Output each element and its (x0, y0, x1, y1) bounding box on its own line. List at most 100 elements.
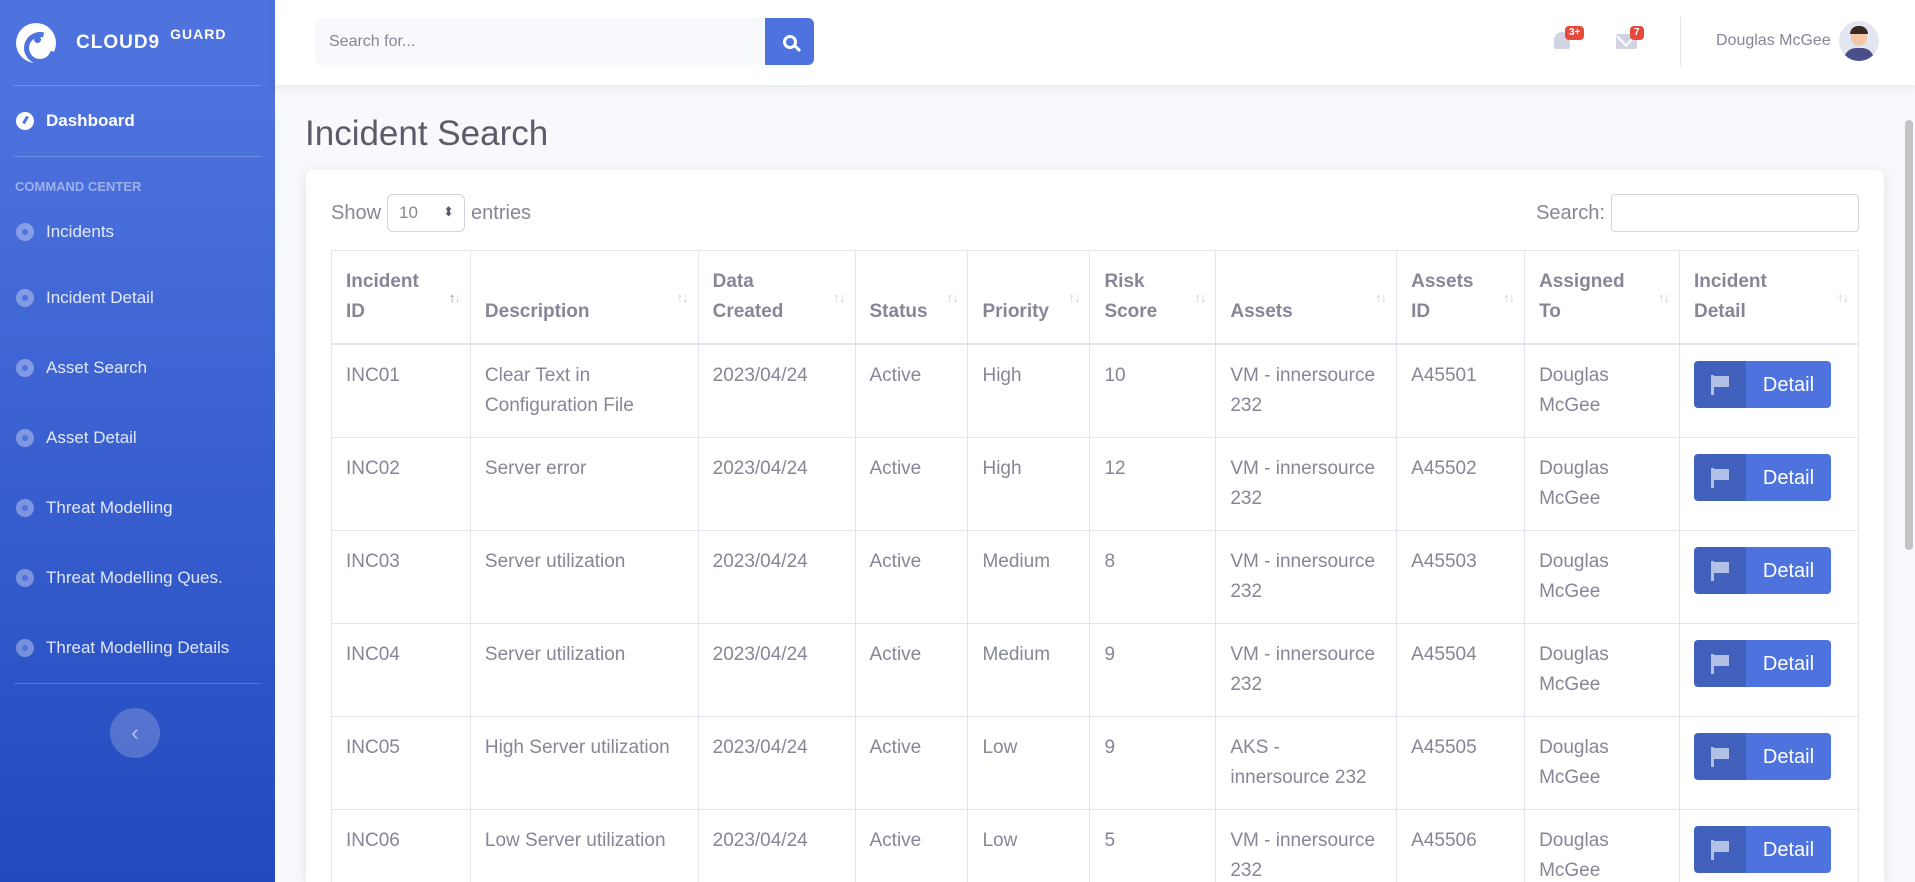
column-header-label: Detail (1693, 301, 1746, 322)
sidebar-item-dashboard[interactable]: Dashboard (0, 86, 275, 156)
sidebar-item-label: Asset Detail (46, 428, 137, 447)
messages-button[interactable]: 7 (1615, 26, 1644, 54)
table-row: INC06 Low Server utilization 2023/04/24 Act… (331, 809, 1860, 882)
column-header-label: Assets (1411, 271, 1474, 292)
user-name[interactable]: Douglas McGee (1716, 32, 1831, 50)
table-cell-detail: Detail (1678, 530, 1860, 624)
table-cell-assigned: Douglas McGee (1524, 623, 1680, 717)
column-header-label: Assets (1230, 301, 1293, 322)
search-icon (782, 34, 797, 49)
page-scrollbar[interactable] (1905, 120, 1913, 550)
column-header[interactable]: Data Created ↑↓ (697, 250, 856, 345)
column-header[interactable]: Description ↑↓ (469, 250, 699, 345)
sort-icon: ↑↓ (946, 290, 958, 305)
table-cell-risk: 10 (1089, 343, 1217, 438)
table-cell-assets: VM - innersource 232 (1215, 623, 1398, 717)
sidebar-item-asset-search[interactable]: Asset Search (0, 333, 275, 403)
column-header-label: Incident (346, 271, 419, 292)
table-cell-id: INC02 (331, 437, 471, 531)
table-cell-assigned: Douglas McGee (1524, 530, 1680, 624)
column-header[interactable]: Assets ↑↓ (1215, 250, 1398, 345)
table-row: INC05 High Server utilization 2023/04/24 Ac… (331, 716, 1860, 810)
table-search-input[interactable] (1611, 194, 1859, 232)
table-cell-asset-id: A45506 (1396, 809, 1526, 882)
column-header-label: Data (712, 271, 754, 292)
search-input[interactable] (315, 18, 765, 65)
table-body: INC01 Clear Text in Configuration File 202… (331, 343, 1860, 882)
column-header[interactable]: Risk Score ↑↓ (1089, 250, 1217, 345)
sort-icon: ↑↓ (1068, 290, 1080, 305)
table-cell-priority: High (967, 343, 1091, 438)
flag-icon (1710, 653, 1729, 674)
table-cell-risk: 5 (1089, 809, 1217, 882)
table-cell-status: Active (854, 530, 969, 624)
column-header[interactable]: Assigned To ↑↓ (1524, 250, 1680, 345)
entries-select[interactable]: 10 (387, 194, 466, 232)
sidebar-item-threat-modelling[interactable]: Threat Modelling (0, 473, 275, 543)
gear-icon (16, 359, 34, 377)
column-header[interactable]: Status ↑↓ (854, 250, 969, 345)
table-cell-id: INC01 (331, 343, 471, 438)
brand[interactable]: CLOUD9 GUARD (0, 0, 275, 85)
detail-button[interactable]: Detail (1693, 640, 1831, 687)
table-cell-id: INC04 (331, 623, 471, 717)
alerts-badge: 3+ (1565, 26, 1585, 40)
column-header-label: Description (484, 301, 590, 322)
column-header-label: Created (712, 301, 784, 322)
alerts-button[interactable]: 3+ (1550, 26, 1585, 54)
topbar-search (315, 18, 814, 65)
table-row: INC01 Clear Text in Configuration File 202… (331, 343, 1860, 438)
detail-button[interactable]: Detail (1693, 361, 1831, 408)
sidebar-toggle-button[interactable]: ‹ (110, 708, 160, 758)
sidebar-item-incident-detail[interactable]: Incident Detail (0, 263, 275, 333)
column-header-label: Priority (982, 301, 1049, 322)
table-cell-detail: Detail (1678, 623, 1860, 717)
table-cell-asset-id: A45501 (1396, 343, 1526, 438)
column-header[interactable]: Assets ID ↑↓ (1396, 250, 1526, 345)
detail-button[interactable]: Detail (1693, 454, 1831, 501)
table-cell-assigned: Douglas McGee (1524, 809, 1680, 882)
column-header[interactable]: Priority ↑↓ (967, 250, 1091, 345)
table-cell-priority: Medium (967, 623, 1091, 717)
table-cell-status: Active (854, 716, 969, 810)
messages-badge: 7 (1630, 26, 1644, 40)
gear-icon (16, 289, 34, 307)
sidebar-item-label: Asset Search (46, 358, 148, 377)
detail-button[interactable]: Detail (1693, 733, 1831, 780)
sidebar-item-label: Threat Modelling (46, 498, 173, 517)
detail-button[interactable]: Detail (1693, 547, 1831, 594)
detail-button-icon-area (1693, 640, 1746, 687)
flag-icon (1710, 746, 1729, 767)
incident-table-card: Show 10 entries Search: IncidentID↑↓Desc… (306, 170, 1884, 882)
table-cell-description: Server utilization (469, 623, 699, 717)
gear-icon (16, 429, 34, 447)
sidebar-divider (14, 683, 261, 684)
brand-logo-icon (16, 22, 56, 63)
table-cell-asset-id: A45502 (1396, 437, 1526, 531)
table-cell-created: 2023/04/24 (697, 343, 856, 438)
gear-icon (16, 499, 34, 517)
sidebar-item-label: Incidents (46, 221, 115, 241)
flag-icon (1710, 467, 1729, 488)
table-cell-detail: Detail (1678, 437, 1860, 531)
search-button[interactable] (765, 18, 814, 65)
avatar[interactable] (1839, 21, 1879, 61)
sidebar-item-threat-modelling-details[interactable]: Threat Modelling Details (0, 613, 275, 683)
gear-icon (16, 222, 34, 241)
detail-button-label: Detail (1762, 652, 1815, 675)
column-header[interactable]: Incident ID ↑↓ (331, 250, 471, 345)
table-header-row: Incident ID ↑↓ Description ↑↓ Data Created ↑↓ St… (331, 250, 1860, 345)
detail-button-label: Detail (1762, 838, 1815, 861)
sidebar-item-incidents[interactable]: Incidents (0, 200, 275, 263)
table-cell-asset-id: A45505 (1396, 716, 1526, 810)
table-cell-created: 2023/04/24 (697, 530, 856, 624)
detail-button[interactable]: Detail (1693, 826, 1831, 873)
sidebar-item-asset-detail[interactable]: Asset Detail (0, 403, 275, 473)
sidebar-item-label: Threat Modelling Ques. (46, 568, 223, 587)
table-cell-asset-id: A45503 (1396, 530, 1526, 624)
table-cell-description: Low Server utilization (469, 809, 699, 882)
column-header[interactable]: Incident Detail ↑↓ (1678, 250, 1860, 345)
sidebar-item-threat-modelling-ques[interactable]: Threat Modelling Ques. (0, 543, 275, 613)
table-cell-status: Active (854, 437, 969, 531)
sort-icon: ↑↓ (1503, 290, 1515, 305)
